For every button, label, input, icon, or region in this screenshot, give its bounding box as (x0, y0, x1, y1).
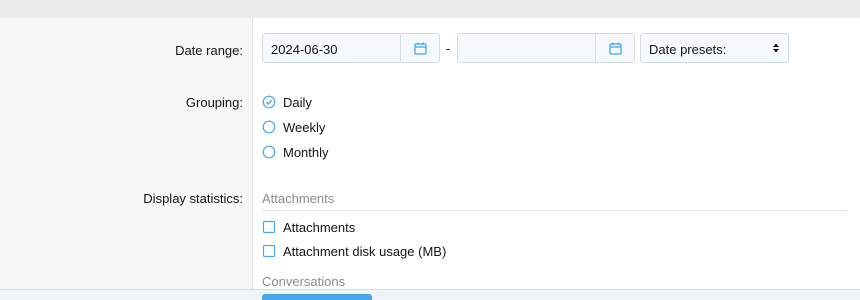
section-heading-attachments: Attachments (262, 191, 335, 206)
select-arrows-icon (772, 42, 780, 57)
submit-button[interactable] (262, 294, 372, 300)
section-heading-conversations: Conversations (262, 274, 346, 289)
label-column (0, 18, 253, 290)
start-date-input[interactable]: 2024-06-30 (262, 33, 440, 63)
display-statistics-label: Display statistics: (143, 191, 243, 206)
radio-daily-label: Daily (283, 94, 312, 110)
date-range-label: Date range: (175, 43, 243, 58)
date-range-separator: - (446, 41, 451, 56)
radio-monthly-label: Monthly (283, 144, 329, 160)
radio-daily[interactable]: Daily (262, 94, 312, 110)
form-submit-bar (0, 289, 860, 300)
date-presets-value: Date presets: (649, 42, 727, 57)
grouping-label: Grouping: (185, 95, 243, 110)
calendar-icon[interactable] (400, 34, 439, 62)
radio-checked-icon[interactable] (262, 95, 276, 109)
section-divider (262, 210, 846, 211)
radio-weekly[interactable]: Weekly (262, 119, 325, 135)
checkbox-unchecked-icon[interactable] (262, 244, 276, 258)
top-strip (0, 0, 860, 18)
checkbox-unchecked-icon[interactable] (262, 220, 276, 234)
radio-unchecked-icon[interactable] (262, 145, 276, 159)
radio-weekly-label: Weekly (283, 119, 326, 135)
end-date-input[interactable] (457, 33, 635, 63)
start-date-value: 2024-06-30 (271, 42, 338, 57)
checkbox-attachment-disk-usage[interactable]: Attachment disk usage (MB) (262, 243, 446, 259)
checkbox-attachments-label: Attachments (283, 219, 356, 235)
calendar-icon[interactable] (595, 34, 634, 62)
checkbox-attachment-disk-usage-label: Attachment disk usage (MB) (283, 243, 447, 259)
radio-monthly[interactable]: Monthly (262, 144, 329, 160)
radio-unchecked-icon[interactable] (262, 120, 276, 134)
date-presets-select[interactable]: Date presets: (640, 33, 789, 63)
checkbox-attachments[interactable]: Attachments (262, 219, 355, 235)
